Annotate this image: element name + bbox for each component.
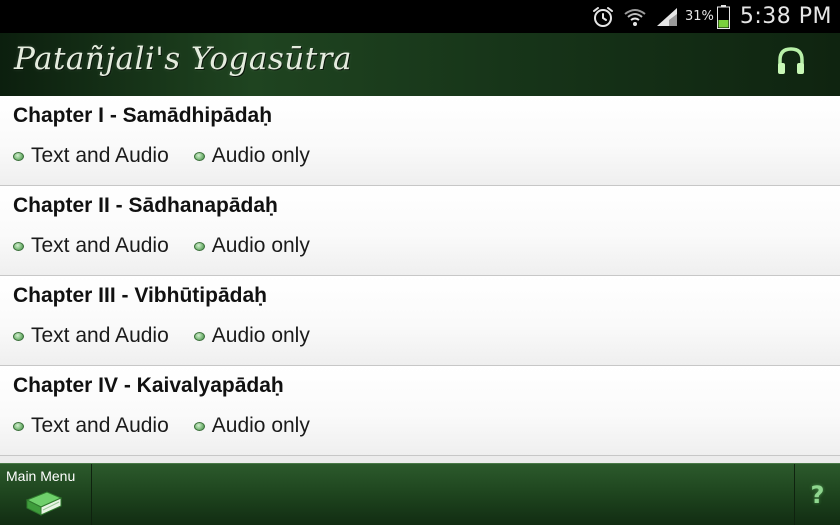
link-label: Text and Audio xyxy=(31,144,169,167)
text-and-audio-link[interactable]: Text and Audio xyxy=(13,144,169,168)
bullet-icon xyxy=(13,421,24,431)
bottom-bar: Main Menu ? xyxy=(0,463,840,525)
main-menu-button[interactable]: Main Menu xyxy=(0,464,92,525)
alarm-icon xyxy=(591,5,615,29)
chapter-title[interactable]: Chapter II - Sādhanapādaḥ xyxy=(13,194,278,218)
audio-only-link[interactable]: Audio only xyxy=(193,414,310,438)
link-label: Audio only xyxy=(211,414,310,437)
chapter-title[interactable]: Chapter IV - Kaivalyapādaḥ xyxy=(13,374,284,398)
app-header: Patañjali's Yogasūtra xyxy=(0,33,840,97)
status-bar: 31% 5:38 PM xyxy=(0,0,840,33)
text-and-audio-link[interactable]: Text and Audio xyxy=(13,234,169,258)
help-button[interactable]: ? xyxy=(794,464,840,525)
main-menu-label: Main Menu xyxy=(6,468,76,484)
link-label: Text and Audio xyxy=(31,324,169,347)
bullet-icon xyxy=(193,241,205,251)
bullet-icon xyxy=(193,421,205,431)
bullet-icon xyxy=(13,331,24,341)
audio-only-link[interactable]: Audio only xyxy=(193,234,310,258)
app-title: Patañjali's Yogasūtra xyxy=(14,41,352,77)
chapter-title[interactable]: Chapter I - Samādhipādaḥ xyxy=(13,104,272,128)
chapter-item-2: Chapter II - Sādhanapādaḥ Text and Audio… xyxy=(0,186,840,276)
text-and-audio-link[interactable]: Text and Audio xyxy=(13,414,169,438)
book-icon xyxy=(25,491,63,516)
audio-only-link[interactable]: Audio only xyxy=(193,324,310,348)
status-clock: 5:38 PM xyxy=(739,4,832,29)
link-label: Audio only xyxy=(211,144,310,167)
audio-only-link[interactable]: Audio only xyxy=(193,144,310,168)
app-screen: 31% 5:38 PM Patañjali's Yogasūtra Chapte… xyxy=(0,0,840,525)
signal-icon xyxy=(655,6,679,28)
chapter-item-4: Chapter IV - Kaivalyapādaḥ Text and Audi… xyxy=(0,366,840,456)
link-label: Audio only xyxy=(211,234,310,257)
battery-percent: 31% xyxy=(684,9,714,24)
chapter-list: Chapter I - Samādhipādaḥ Text and Audio … xyxy=(0,96,840,456)
chapter-item-1: Chapter I - Samādhipādaḥ Text and Audio … xyxy=(0,96,840,186)
help-icon: ? xyxy=(810,481,825,509)
chapter-links: Text and Audio Audio only xyxy=(13,234,310,258)
chapter-links: Text and Audio Audio only xyxy=(13,324,310,348)
chapter-item-3: Chapter III - Vibhūtipādaḥ Text and Audi… xyxy=(0,276,840,366)
bullet-icon xyxy=(13,151,24,161)
link-label: Text and Audio xyxy=(31,414,169,437)
bullet-icon xyxy=(13,241,24,251)
link-label: Audio only xyxy=(211,324,310,347)
chapter-title[interactable]: Chapter III - Vibhūtipādaḥ xyxy=(13,284,267,308)
bullet-icon xyxy=(193,331,205,341)
battery-icon xyxy=(716,4,730,29)
link-label: Text and Audio xyxy=(31,234,169,257)
bullet-icon xyxy=(193,151,205,161)
chapter-links: Text and Audio Audio only xyxy=(13,414,310,438)
wifi-icon xyxy=(623,5,647,29)
chapter-links: Text and Audio Audio only xyxy=(13,144,310,168)
headphones-icon xyxy=(778,47,804,74)
text-and-audio-link[interactable]: Text and Audio xyxy=(13,324,169,348)
headphones-button[interactable] xyxy=(776,45,806,79)
